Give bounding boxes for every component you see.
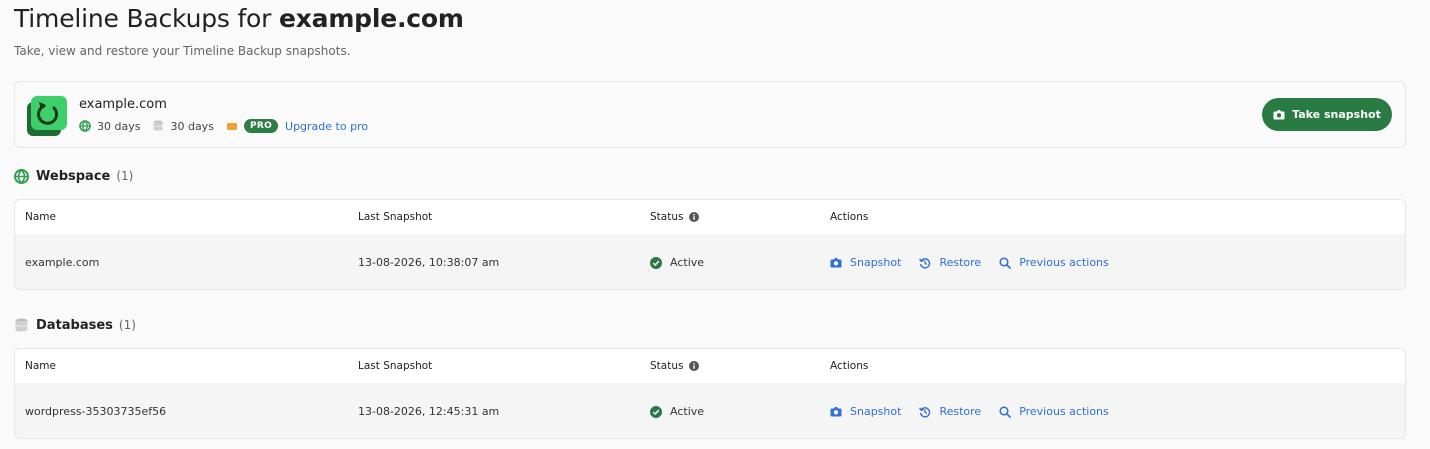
webspace-section-header: Webspace (1): [14, 167, 133, 185]
column-name: Name: [25, 360, 56, 372]
webspace-table: Name Last Snapshot Status Actions exampl…: [14, 199, 1406, 290]
previous-actions-label: Previous actions: [1019, 256, 1109, 269]
pro-badge: PRO: [243, 119, 279, 133]
column-status-label: Status: [650, 360, 684, 372]
databases-count: (1): [118, 318, 136, 332]
column-status: Status: [650, 200, 700, 234]
history-icon: [919, 257, 931, 269]
snapshot-action-label: Snapshot: [850, 405, 902, 418]
page-title-prefix: Timeline Backups for: [14, 4, 279, 33]
info-icon[interactable]: [689, 361, 700, 371]
column-last-snapshot: Last Snapshot: [358, 360, 433, 372]
database-retention-value: 30 days: [170, 119, 214, 133]
database-icon: [152, 120, 164, 132]
page-title: Timeline Backups for example.com: [14, 4, 464, 33]
row-actions: Snapshot Restore Previous actions: [830, 383, 1127, 438]
table-header: Name Last Snapshot Status Actions: [15, 349, 1405, 383]
databases-title: Databases: [36, 317, 113, 333]
camera-icon: [830, 258, 842, 268]
webspace-title: Webspace: [36, 168, 111, 184]
restore-action-label: Restore: [939, 405, 982, 418]
retention-meta: 30 days 30 days PRO Upgrade to pro: [79, 118, 368, 134]
info-icon[interactable]: [689, 212, 700, 222]
row-name: wordpress-35303735ef56: [25, 405, 167, 418]
camera-icon: [1273, 110, 1285, 120]
webspace-retention-value: 30 days: [97, 119, 141, 133]
snapshot-action[interactable]: Snapshot: [830, 405, 901, 418]
row-name: example.com: [25, 256, 100, 269]
database-retention: 30 days: [152, 119, 214, 133]
row-status-label: Active: [670, 405, 705, 418]
globe-icon: [14, 168, 29, 184]
row-status: Active: [650, 383, 705, 438]
databases-table: Name Last Snapshot Status Actions wordpr…: [14, 348, 1406, 439]
take-snapshot-button[interactable]: Take snapshot: [1262, 98, 1392, 131]
site-name: example.com: [79, 97, 167, 112]
timeline-backup-logo-icon: [27, 96, 67, 136]
column-actions: Actions: [830, 360, 869, 372]
restore-action-label: Restore: [939, 256, 982, 269]
page-subtitle: Take, view and restore your Timeline Bac…: [14, 44, 351, 58]
search-icon: [999, 256, 1012, 269]
database-icon: [14, 318, 29, 333]
page-title-domain: example.com: [278, 4, 464, 33]
webspace-retention: 30 days: [79, 120, 140, 133]
snapshot-action-label: Snapshot: [850, 256, 902, 269]
storage-icon: [226, 120, 238, 132]
webspace-count: (1): [116, 169, 134, 183]
column-status: Status: [650, 349, 700, 383]
history-icon: [919, 406, 931, 418]
row-last-snapshot: 13-08-2026, 12:45:31 am: [358, 405, 500, 418]
snapshot-action[interactable]: Snapshot: [830, 256, 901, 269]
column-status-label: Status: [650, 211, 684, 223]
table-row: wordpress-35303735ef56 13-08-2026, 12:45…: [15, 383, 1405, 438]
previous-actions-link[interactable]: Previous actions: [999, 405, 1109, 418]
site-summary-card: example.com 30 days 30 days PRO Upgrade …: [14, 81, 1406, 148]
restore-action[interactable]: Restore: [919, 405, 981, 418]
check-circle-icon: [650, 256, 662, 269]
row-actions: Snapshot Restore Previous actions: [830, 234, 1127, 289]
row-last-snapshot: 13-08-2026, 10:38:07 am: [358, 256, 500, 269]
table-header: Name Last Snapshot Status Actions: [15, 200, 1405, 234]
upgrade-to-pro-link[interactable]: Upgrade to pro: [285, 120, 368, 133]
take-snapshot-label: Take snapshot: [1292, 108, 1381, 121]
table-row: example.com 13-08-2026, 10:38:07 am Acti…: [15, 234, 1405, 289]
previous-actions-label: Previous actions: [1019, 405, 1109, 418]
search-icon: [999, 405, 1012, 418]
row-status: Active: [650, 234, 705, 289]
column-last-snapshot: Last Snapshot: [358, 211, 433, 223]
globe-icon: [79, 120, 91, 132]
check-circle-icon: [650, 405, 662, 418]
previous-actions-link[interactable]: Previous actions: [999, 256, 1109, 269]
row-status-label: Active: [670, 256, 705, 269]
camera-icon: [830, 407, 842, 417]
databases-section-header: Databases (1): [14, 316, 136, 334]
restore-action[interactable]: Restore: [919, 256, 981, 269]
column-actions: Actions: [830, 211, 869, 223]
column-name: Name: [25, 211, 56, 223]
